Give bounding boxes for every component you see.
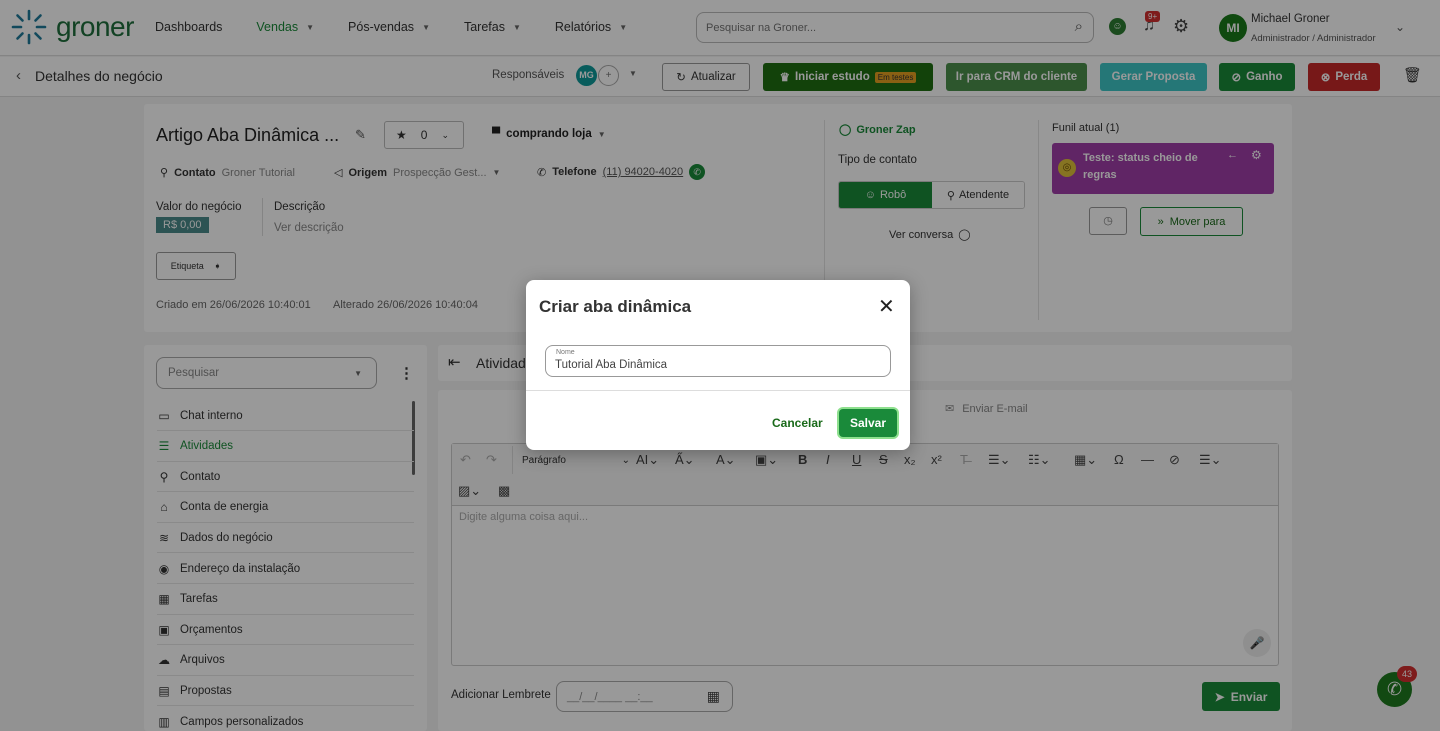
name-field-label: Nome <box>556 349 575 356</box>
name-field[interactable]: Nome Tutorial Aba Dinâmica <box>545 345 891 377</box>
close-icon[interactable]: ✕ <box>878 294 895 319</box>
save-button[interactable]: Salvar <box>839 409 897 437</box>
name-field-value: Tutorial Aba Dinâmica <box>555 359 668 371</box>
cancel-button[interactable]: Cancelar <box>772 416 823 430</box>
create-dynamic-tab-dialog: Criar aba dinâmica ✕ Nome Tutorial Aba D… <box>526 280 910 450</box>
divider <box>526 390 910 391</box>
dialog-title: Criar aba dinâmica <box>539 297 692 316</box>
